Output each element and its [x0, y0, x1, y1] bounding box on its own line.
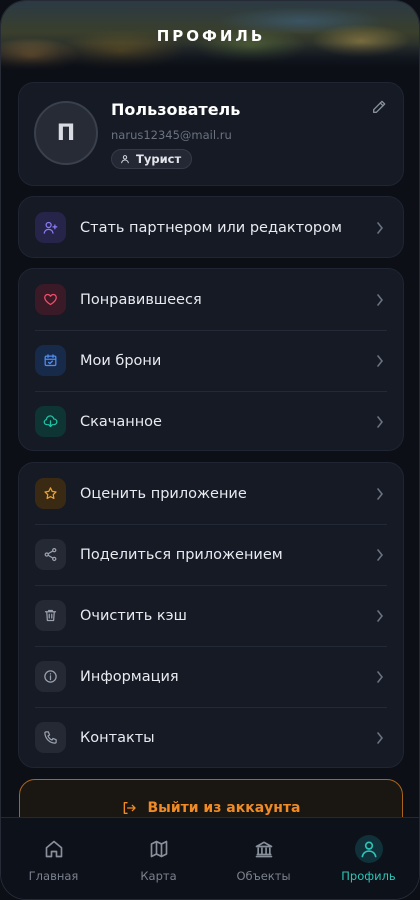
menu-item-downloads[interactable]: Скачанное: [19, 391, 403, 452]
app-card: Оценить приложение Поделиться приложение…: [18, 462, 404, 768]
role-badge: Турист: [111, 149, 193, 169]
map-icon: [150, 840, 167, 858]
tab-label: Главная: [28, 869, 79, 883]
info-icon: [44, 670, 57, 683]
tab-objects[interactable]: Объекты: [211, 818, 316, 899]
menu-item-rate-app[interactable]: Оценить приложение: [19, 463, 403, 524]
chevron-right-icon: [377, 548, 384, 561]
trash-icon: [44, 609, 57, 622]
menu-item-bookings[interactable]: Мои брони: [19, 330, 403, 391]
menu-item-label: Мои брони: [80, 352, 162, 369]
share-icon: [44, 547, 57, 562]
menu-item-become-partner[interactable]: Стать партнером или редактором: [19, 197, 403, 258]
heart-icon: [44, 293, 57, 306]
row-icon-box: [35, 539, 66, 570]
chevron-right-icon: [377, 221, 384, 234]
row-icon-box: [35, 722, 66, 753]
star-icon: [44, 487, 57, 500]
user-icon: [121, 155, 129, 164]
logout-icon: [124, 802, 137, 814]
avatar[interactable]: П: [34, 101, 98, 165]
pencil-icon[interactable]: [371, 99, 387, 115]
museum-icon: [255, 841, 272, 858]
menu-item-liked[interactable]: Понравившееся: [19, 269, 403, 330]
tab-label: Карта: [140, 869, 177, 883]
user-email: narus12345@mail.ru: [111, 128, 232, 142]
personal-card: Понравившееся Мои брони Скачанное: [18, 268, 404, 451]
tab-profile[interactable]: Профиль: [316, 818, 419, 899]
chevron-right-icon: [377, 415, 384, 428]
role-badge-label: Турист: [136, 152, 182, 166]
tab-home[interactable]: Главная: [1, 818, 106, 899]
menu-item-label: Понравившееся: [80, 291, 202, 308]
page-title: ПРОФИЛЬ: [156, 27, 266, 45]
partner-card: Стать партнером или редактором: [18, 196, 404, 258]
menu-item-label: Информация: [80, 668, 179, 685]
row-icon-box: [35, 212, 66, 243]
phone-icon: [44, 731, 57, 744]
home-icon: [45, 840, 62, 858]
tab-icon-wrap: [354, 835, 383, 863]
tab-icon-wrap: [250, 835, 278, 863]
menu-item-info[interactable]: Информация: [19, 646, 403, 707]
user-name: Пользователь: [111, 100, 241, 119]
tab-label: Профиль: [341, 869, 396, 883]
phone-frame: ПРОФИЛЬ П Пользователь narus12345@mail.r…: [0, 0, 420, 900]
chevron-right-icon: [377, 609, 384, 622]
row-icon-box: [35, 478, 66, 509]
chevron-right-icon: [377, 293, 384, 306]
user-icon: [361, 841, 376, 858]
tab-icon-wrap: [40, 835, 68, 863]
bottom-tab-bar: Главная Карта Объекты Профиль: [1, 817, 419, 899]
logout-label: Выйти из аккаунта: [147, 800, 301, 816]
user-plus-icon: [43, 221, 58, 234]
row-icon-box: [35, 345, 66, 376]
menu-item-label: Очистить кэш: [80, 607, 187, 624]
chevron-right-icon: [377, 487, 384, 500]
row-icon-box: [35, 284, 66, 315]
row-icon-box: [35, 661, 66, 692]
menu-item-share-app[interactable]: Поделиться приложением: [19, 524, 403, 585]
profile-card: П Пользователь narus12345@mail.ru Турист: [18, 82, 404, 186]
cloud-download-icon: [43, 415, 58, 428]
menu-item-label: Контакты: [80, 729, 155, 746]
tab-icon-wrap: [145, 835, 173, 863]
menu-item-contacts[interactable]: Контакты: [19, 707, 403, 768]
tab-label: Объекты: [236, 869, 291, 883]
chevron-right-icon: [377, 731, 384, 744]
menu-item-label: Оценить приложение: [80, 485, 247, 502]
menu-item-label: Поделиться приложением: [80, 546, 283, 563]
row-icon-box: [35, 600, 66, 631]
menu-item-clear-cache[interactable]: Очистить кэш: [19, 585, 403, 646]
row-icon-box: [35, 406, 66, 437]
chevron-right-icon: [377, 354, 384, 367]
menu-item-label: Стать партнером или редактором: [80, 219, 342, 236]
tab-map[interactable]: Карта: [106, 818, 211, 899]
menu-item-label: Скачанное: [80, 413, 162, 430]
chevron-right-icon: [377, 670, 384, 683]
calendar-check-icon: [44, 354, 57, 367]
